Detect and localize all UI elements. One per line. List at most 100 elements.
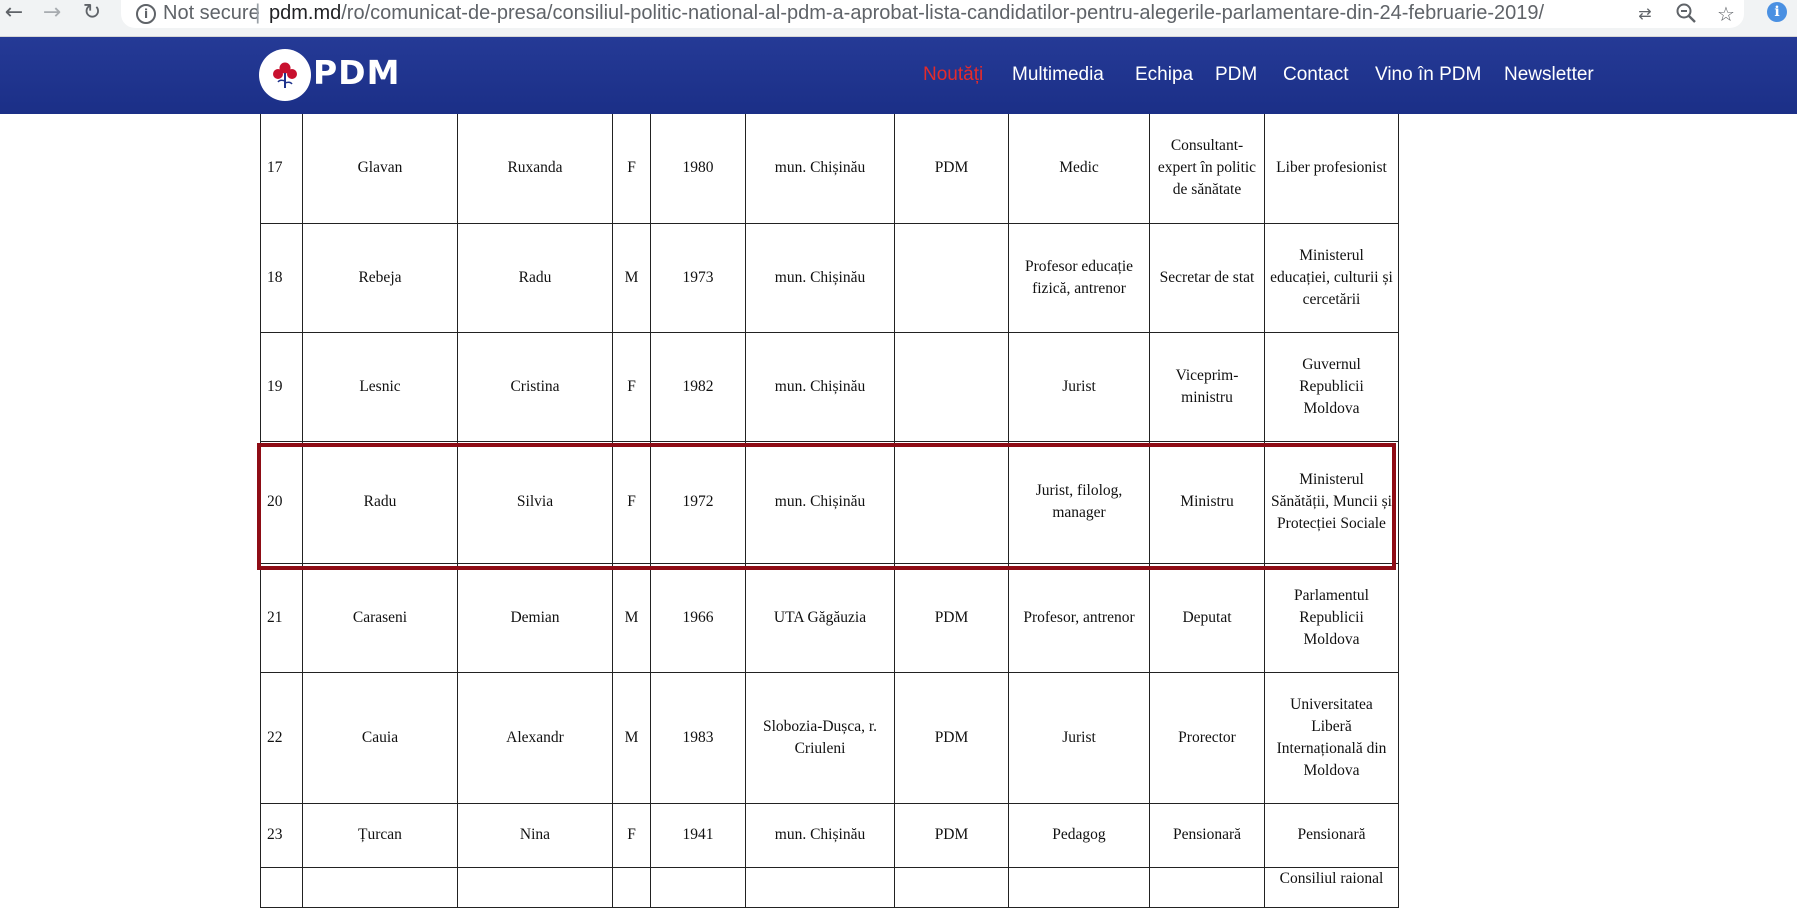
cell-locality — [745, 866, 895, 908]
table-row: 20 Radu Silvia F 1972 mun. Chișinău Jurist, fi… — [260, 440, 1399, 564]
cell-first-name: Cristina — [457, 331, 613, 442]
cell-birth-year: 1982 — [650, 331, 746, 442]
cell-last-name: Lesnic — [302, 331, 458, 442]
cell-profession: Jurist, filolog, manager — [1008, 440, 1150, 564]
pdm-logo[interactable] — [259, 49, 311, 101]
cell-birth-year: 1972 — [650, 440, 746, 564]
cell-last-name: Glavan — [302, 114, 458, 224]
cell-gender: M — [612, 671, 651, 804]
url-separator: | — [255, 1, 261, 24]
cell-row-number: 17 — [260, 114, 303, 224]
cell-gender: M — [612, 222, 651, 333]
cell-party: PDM — [894, 562, 1009, 673]
cell-locality: Slobozia-Dușca, r. Criuleni — [745, 671, 895, 804]
cell-row-number: 20 — [260, 440, 303, 564]
cell-position: Consultant-expert în politic de sănătate — [1149, 114, 1265, 224]
cell-first-name: Radu — [457, 222, 613, 333]
cell-profession — [1008, 866, 1150, 908]
security-label[interactable]: Not secure — [163, 2, 260, 25]
cell-position: Pensionară — [1149, 802, 1265, 868]
cell-workplace: Liber profesionist — [1264, 114, 1399, 224]
cell-first-name: Silvia — [457, 440, 613, 564]
cell-locality: mun. Chișinău — [745, 331, 895, 442]
cell-gender: F — [612, 440, 651, 564]
nav-item-multimedia[interactable]: Multimedia — [1012, 64, 1104, 86]
cell-birth-year — [650, 866, 746, 908]
cell-party — [894, 866, 1009, 908]
cell-first-name: Demian — [457, 562, 613, 673]
cell-position: Prorector — [1149, 671, 1265, 804]
cell-locality: mun. Chișinău — [745, 222, 895, 333]
url-path: /ro/comunicat-de-presa/consiliul-politic… — [341, 2, 1545, 24]
table-row: Consiliul raional — [260, 866, 1399, 908]
cell-last-name: Caraseni — [302, 562, 458, 673]
cell-profession: Medic — [1008, 114, 1150, 224]
cell-party: PDM — [894, 114, 1009, 224]
table-body: 17 Glavan Ruxanda F 1980 mun. Chișinău PDM Medi… — [260, 114, 1399, 908]
reload-icon[interactable]: ↻ — [78, 0, 106, 26]
cell-gender: F — [612, 802, 651, 868]
cell-profession: Profesor educație fizică, antrenor — [1008, 222, 1150, 333]
site-header: PDM Noutăți Multimedia Echipa PDM Contac… — [0, 37, 1797, 114]
cell-birth-year: 1983 — [650, 671, 746, 804]
info-icon[interactable]: i — [136, 4, 156, 24]
logo-text[interactable]: PDM — [313, 53, 400, 92]
nav-item-newsletter[interactable]: Newsletter — [1504, 64, 1594, 86]
cell-workplace: Consiliul raional — [1264, 866, 1399, 908]
browser-toolbar: ← → ↻ i Not secure | pdm.md/ro/comunicat… — [0, 0, 1797, 37]
cell-profession: Jurist — [1008, 671, 1150, 804]
cell-workplace: Universitatea Liberă Internațională din … — [1264, 671, 1399, 804]
forward-arrow-icon[interactable]: → — [38, 0, 66, 26]
table-row: 22 Cauia Alexandr M 1983 Slobozia-Dușca, r. C… — [260, 671, 1399, 804]
translate-icon[interactable]: ⇄ — [1632, 2, 1658, 26]
cell-workplace: Ministerul educației, culturii și cercet… — [1264, 222, 1399, 333]
table-row: 23 Țurcan Nina F 1941 mun. Chișinău PDM Pedagog… — [260, 802, 1399, 868]
cell-position: Ministru — [1149, 440, 1265, 564]
cell-gender: M — [612, 562, 651, 673]
cell-locality: mun. Chișinău — [745, 440, 895, 564]
cell-party — [894, 331, 1009, 442]
cell-last-name: Rebeja — [302, 222, 458, 333]
candidates-table: 17 Glavan Ruxanda F 1980 mun. Chișinău PDM Medi… — [260, 114, 1399, 908]
cell-row-number — [260, 866, 303, 908]
cell-position: Deputat — [1149, 562, 1265, 673]
cell-row-number: 22 — [260, 671, 303, 804]
cell-profession: Pedagog — [1008, 802, 1150, 868]
nav-item-contact[interactable]: Contact — [1283, 64, 1348, 86]
cell-locality: UTA Găgăuzia — [745, 562, 895, 673]
address-bar[interactable]: i Not secure | pdm.md/ro/comunicat-de-pr… — [121, 0, 1744, 28]
cell-birth-year: 1966 — [650, 562, 746, 673]
extension-icon[interactable]: i — [1767, 2, 1787, 22]
zoom-out-icon[interactable] — [1673, 2, 1699, 26]
rose-icon — [273, 62, 297, 88]
cell-position: Viceprim-ministru — [1149, 331, 1265, 442]
cell-birth-year: 1941 — [650, 802, 746, 868]
url-host: pdm.md — [269, 2, 342, 24]
nav-item-vino-in-pdm[interactable]: Vino în PDM — [1375, 64, 1481, 86]
table-row: 19 Lesnic Cristina F 1982 mun. Chișinău Jurist… — [260, 331, 1399, 442]
nav-item-echipa[interactable]: Echipa — [1135, 64, 1193, 86]
cell-first-name: Alexandr — [457, 671, 613, 804]
cell-row-number: 23 — [260, 802, 303, 868]
cell-birth-year: 1973 — [650, 222, 746, 333]
table-row: 18 Rebeja Radu M 1973 mun. Chișinău Profesor e… — [260, 222, 1399, 333]
cell-row-number: 18 — [260, 222, 303, 333]
cell-first-name: Ruxanda — [457, 114, 613, 224]
back-arrow-icon[interactable]: ← — [0, 0, 28, 26]
nav-item-noutati[interactable]: Noutăți — [923, 64, 983, 86]
cell-gender — [612, 866, 651, 908]
cell-position — [1149, 866, 1265, 908]
url-text[interactable]: pdm.md/ro/comunicat-de-presa/consiliul-p… — [269, 2, 1544, 25]
nav-item-pdm[interactable]: PDM — [1215, 64, 1257, 86]
cell-first-name: Nina — [457, 802, 613, 868]
cell-workplace: Ministerul Sănătății, Muncii și Protecți… — [1264, 440, 1399, 564]
cell-workplace: Parlamentul Republicii Moldova — [1264, 562, 1399, 673]
cell-last-name: Țurcan — [302, 802, 458, 868]
cell-gender: F — [612, 331, 651, 442]
cell-party — [894, 222, 1009, 333]
cell-last-name — [302, 866, 458, 908]
bookmark-star-icon[interactable]: ☆ — [1713, 2, 1739, 26]
cell-birth-year: 1980 — [650, 114, 746, 224]
cell-party: PDM — [894, 671, 1009, 804]
table-row: 21 Caraseni Demian M 1966 UTA Găgăuzia PDM Prof… — [260, 562, 1399, 673]
